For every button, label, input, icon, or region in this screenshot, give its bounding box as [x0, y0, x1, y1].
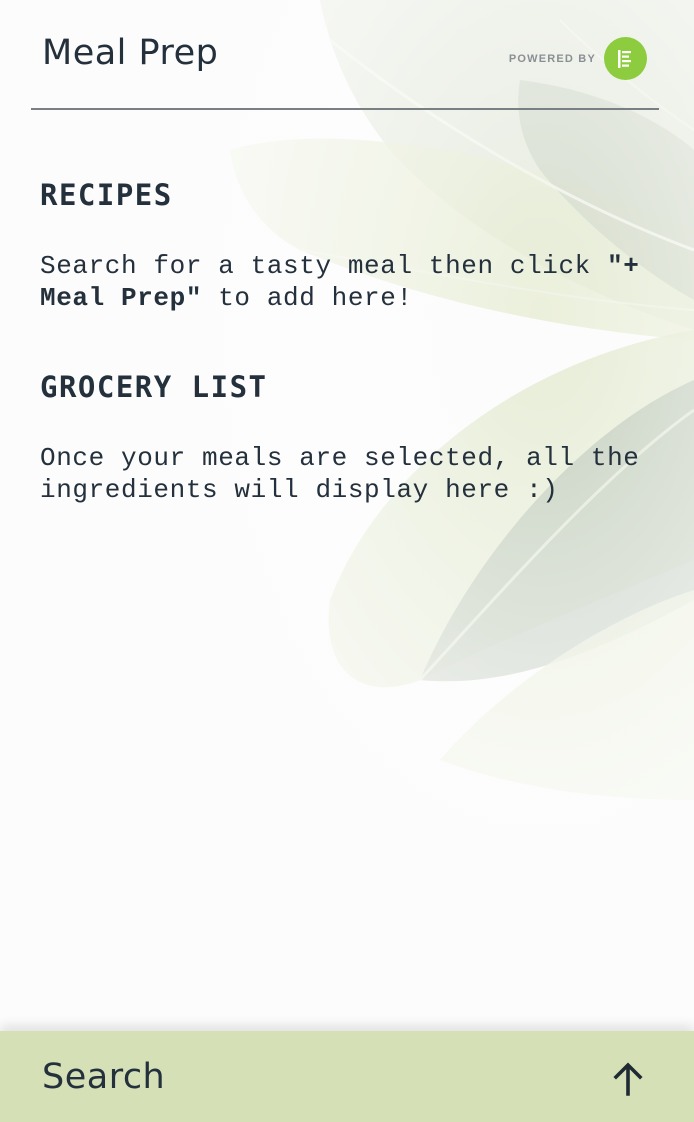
arrow-up-icon[interactable]: [606, 1057, 650, 1101]
grocery-list-empty-message: Once your meals are selected, all the in…: [40, 443, 640, 505]
app-header: Meal Prep POWERED BY: [31, 0, 659, 110]
recipes-text-before: Search for a tasty meal then click: [40, 251, 608, 281]
app-title: Meal Prep: [42, 33, 219, 73]
recipes-empty-message: Search for a tasty meal then click "+ Me…: [40, 250, 660, 314]
powered-by-label: POWERED BY: [508, 52, 596, 65]
powered-by-badge[interactable]: POWERED BY: [509, 37, 647, 80]
leaf-background-image: [0, 0, 694, 1122]
edamam-logo-icon[interactable]: [604, 37, 647, 80]
search-drawer-label[interactable]: Search: [42, 1057, 165, 1097]
recipes-text-after: to add here!: [202, 283, 413, 313]
meal-prep-content: RECIPES Search for a tasty meal then cli…: [40, 178, 660, 506]
recipes-heading: RECIPES: [40, 178, 173, 212]
grocery-list-heading: GROCERY LIST: [40, 370, 268, 404]
search-drawer-bar[interactable]: Search: [0, 1031, 694, 1122]
